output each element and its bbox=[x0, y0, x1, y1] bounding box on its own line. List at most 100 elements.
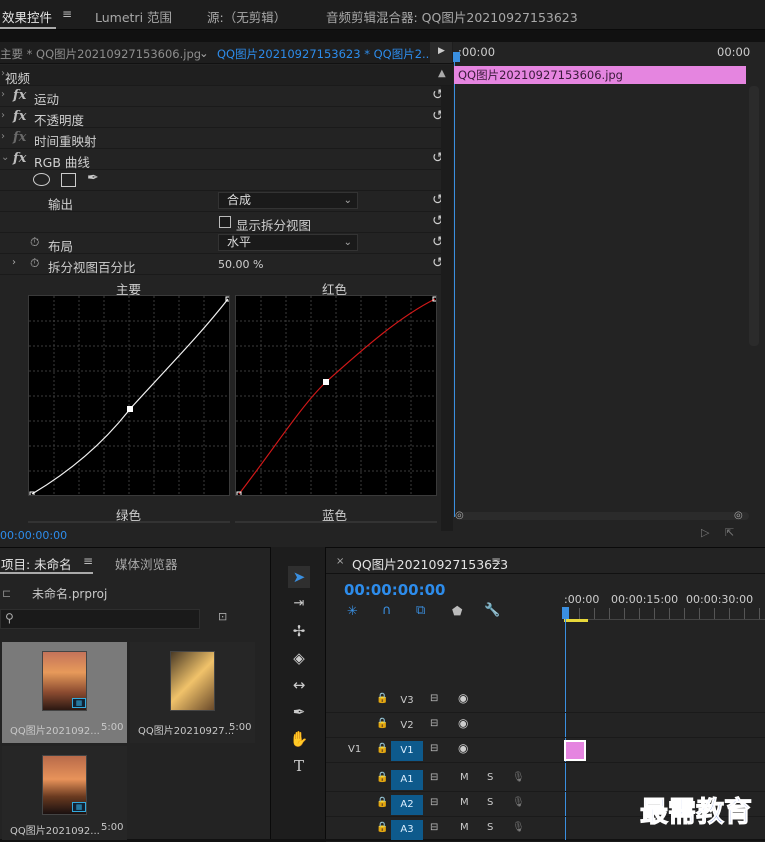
track-name[interactable]: V3 bbox=[391, 691, 423, 711]
solo-button[interactable]: S bbox=[487, 797, 493, 808]
project-item[interactable]: QQ图片20210927... 5:00 bbox=[130, 642, 255, 743]
wrench-icon[interactable]: 🔧 bbox=[484, 603, 500, 618]
track-name[interactable]: A1 bbox=[391, 770, 423, 790]
ec-timeline-scrollbar[interactable] bbox=[749, 86, 759, 346]
master-curve-graph[interactable] bbox=[28, 295, 230, 496]
lock-icon[interactable]: 🔒 bbox=[376, 772, 388, 783]
solo-button[interactable]: S bbox=[487, 772, 493, 783]
track-name[interactable]: A3 bbox=[391, 820, 423, 840]
output-dropdown[interactable]: 合成 ⌄ bbox=[218, 192, 358, 209]
split-percent-value[interactable]: 50.00 % bbox=[218, 258, 263, 271]
sync-lock-icon[interactable]: ⊟ bbox=[430, 743, 438, 754]
track-name[interactable]: A2 bbox=[391, 795, 423, 815]
stopwatch-icon[interactable]: ⏱ bbox=[30, 256, 39, 271]
sync-lock-icon[interactable]: ⊟ bbox=[430, 797, 438, 808]
sequence-timecode[interactable]: 00:00:00:00 bbox=[344, 581, 446, 599]
scroll-handle-left-icon[interactable]: ◎ bbox=[455, 510, 464, 521]
mute-button[interactable]: M bbox=[460, 772, 469, 783]
play-button[interactable]: ▶ bbox=[430, 42, 452, 63]
fx-icon[interactable]: fx bbox=[13, 151, 26, 166]
pen-mask-icon[interactable]: ✒ bbox=[87, 170, 99, 186]
ellipse-mask-icon[interactable] bbox=[33, 173, 50, 186]
show-split-checkbox[interactable] bbox=[219, 216, 231, 228]
tab-sequence[interactable]: QQ图片20210927153623 bbox=[352, 554, 508, 573]
microphone-icon[interactable]: 🎙 bbox=[512, 772, 525, 783]
time-ruler[interactable] bbox=[564, 608, 765, 620]
rectangle-mask-icon[interactable] bbox=[61, 173, 76, 187]
chevron-down-icon[interactable]: ⌄ bbox=[1, 152, 9, 163]
ec-h-scrollbar[interactable] bbox=[457, 512, 749, 520]
sync-lock-icon[interactable]: ⊟ bbox=[430, 693, 438, 704]
effect-row-opacity[interactable]: › fx 不透明度 ↺ bbox=[0, 107, 453, 128]
fx-icon[interactable]: fx bbox=[13, 109, 26, 124]
microphone-icon[interactable]: 🎙 bbox=[512, 822, 525, 833]
fx-icon[interactable]: fx bbox=[13, 88, 26, 103]
selection-tool-icon[interactable]: ➤ bbox=[288, 566, 310, 588]
panel-menu-icon[interactable]: ≡ bbox=[491, 554, 501, 568]
playhead-marker[interactable] bbox=[453, 52, 460, 62]
effect-row-time-remap[interactable]: › fx 时间重映射 bbox=[0, 128, 453, 149]
panel-menu-icon[interactable]: ≡ bbox=[83, 554, 93, 568]
tab-lumetri-scopes[interactable]: Lumetri 范围 bbox=[95, 7, 172, 26]
panel-menu-icon[interactable]: ≡ bbox=[62, 7, 72, 21]
tab-effect-controls[interactable]: 效果控件 bbox=[2, 7, 52, 26]
search-input[interactable]: ⚲ bbox=[0, 609, 200, 629]
nest-icon[interactable]: ✳ bbox=[347, 604, 358, 619]
close-icon[interactable]: × bbox=[336, 556, 344, 567]
export-icon[interactable]: ⇱ bbox=[725, 526, 734, 539]
chevron-right-icon[interactable]: › bbox=[12, 257, 16, 268]
ripple-edit-tool-icon[interactable]: ✢ bbox=[288, 620, 310, 642]
timeline-clip[interactable] bbox=[564, 740, 586, 761]
linked-selection-icon[interactable]: ⧉ bbox=[416, 603, 425, 618]
chevron-right-icon[interactable]: › bbox=[1, 110, 5, 121]
hand-tool-icon[interactable]: ✋ bbox=[288, 728, 310, 750]
track-name[interactable]: V2 bbox=[391, 716, 423, 736]
tab-audio-clip-mixer[interactable]: 音频剪辑混合器: QQ图片20210927153623 bbox=[326, 7, 578, 26]
work-area-bar[interactable] bbox=[564, 619, 588, 622]
curve-point[interactable] bbox=[323, 379, 329, 385]
mute-button[interactable]: M bbox=[460, 822, 469, 833]
sync-lock-icon[interactable]: ⊟ bbox=[430, 718, 438, 729]
sequence-clip-label[interactable]: QQ图片20210927153623 * QQ图片2... bbox=[217, 46, 433, 62]
type-tool-icon[interactable]: T bbox=[288, 755, 310, 777]
pen-tool-icon[interactable]: ✒ bbox=[288, 701, 310, 723]
source-patch[interactable]: V1 bbox=[348, 744, 361, 755]
sync-lock-icon[interactable]: ⊟ bbox=[430, 822, 438, 833]
tab-source[interactable]: 源:（无剪辑） bbox=[207, 7, 286, 26]
chevron-right-icon[interactable]: › bbox=[1, 131, 5, 142]
ec-timecode[interactable]: 00:00:00:00 bbox=[0, 529, 67, 542]
play-audio-icon[interactable]: ▷ bbox=[701, 526, 709, 539]
lock-icon[interactable]: 🔒 bbox=[376, 718, 388, 729]
red-curve-graph[interactable] bbox=[235, 295, 437, 496]
project-item[interactable]: ▦ QQ图片2021092... 5:00 bbox=[2, 746, 127, 840]
master-clip-label[interactable]: 主要 * QQ图片20210927153606.jpg bbox=[0, 46, 201, 62]
curve-point[interactable] bbox=[127, 406, 133, 412]
stopwatch-icon[interactable]: ⏱ bbox=[30, 235, 39, 250]
lock-icon[interactable]: 🔒 bbox=[376, 743, 388, 754]
collapse-up-icon[interactable]: ▲ bbox=[438, 68, 446, 79]
razor-tool-icon[interactable]: ◈ bbox=[288, 647, 310, 669]
microphone-icon[interactable]: 🎙 bbox=[512, 797, 525, 808]
solo-button[interactable]: S bbox=[487, 822, 493, 833]
effect-row-rgb-curves[interactable]: ⌄ fx RGB 曲线 ↺ bbox=[0, 149, 453, 170]
lock-icon[interactable]: 🔒 bbox=[376, 693, 388, 704]
ec-scrollbar[interactable] bbox=[441, 86, 453, 531]
track-select-tool-icon[interactable]: ⇥ bbox=[288, 593, 310, 615]
lock-icon[interactable]: 🔒 bbox=[376, 797, 388, 808]
snap-magnet-icon[interactable]: ∩ bbox=[382, 603, 392, 618]
eye-icon[interactable]: ◉ bbox=[458, 741, 468, 755]
eye-icon[interactable]: ◉ bbox=[458, 716, 468, 730]
track-name[interactable]: V1 bbox=[391, 741, 423, 761]
effect-row-motion[interactable]: › fx 运动 ↺ bbox=[0, 86, 453, 107]
layout-dropdown[interactable]: 水平 ⌄ bbox=[218, 234, 358, 251]
chevron-down-icon[interactable]: ⌄ bbox=[199, 46, 209, 60]
eye-icon[interactable]: ◉ bbox=[458, 691, 468, 705]
mute-button[interactable]: M bbox=[460, 797, 469, 808]
slip-tool-icon[interactable]: ↔ bbox=[288, 674, 310, 696]
chevron-right-icon[interactable]: › bbox=[1, 89, 5, 100]
lock-icon[interactable]: 🔒 bbox=[376, 822, 388, 833]
add-marker-icon[interactable]: ⬟ bbox=[452, 604, 462, 618]
tab-project[interactable]: 项目: 未命名 bbox=[1, 554, 72, 573]
folder-up-icon[interactable]: ⊏ bbox=[2, 587, 11, 600]
project-item-selected[interactable]: ▦ QQ图片2021092... 5:00 bbox=[2, 642, 127, 743]
